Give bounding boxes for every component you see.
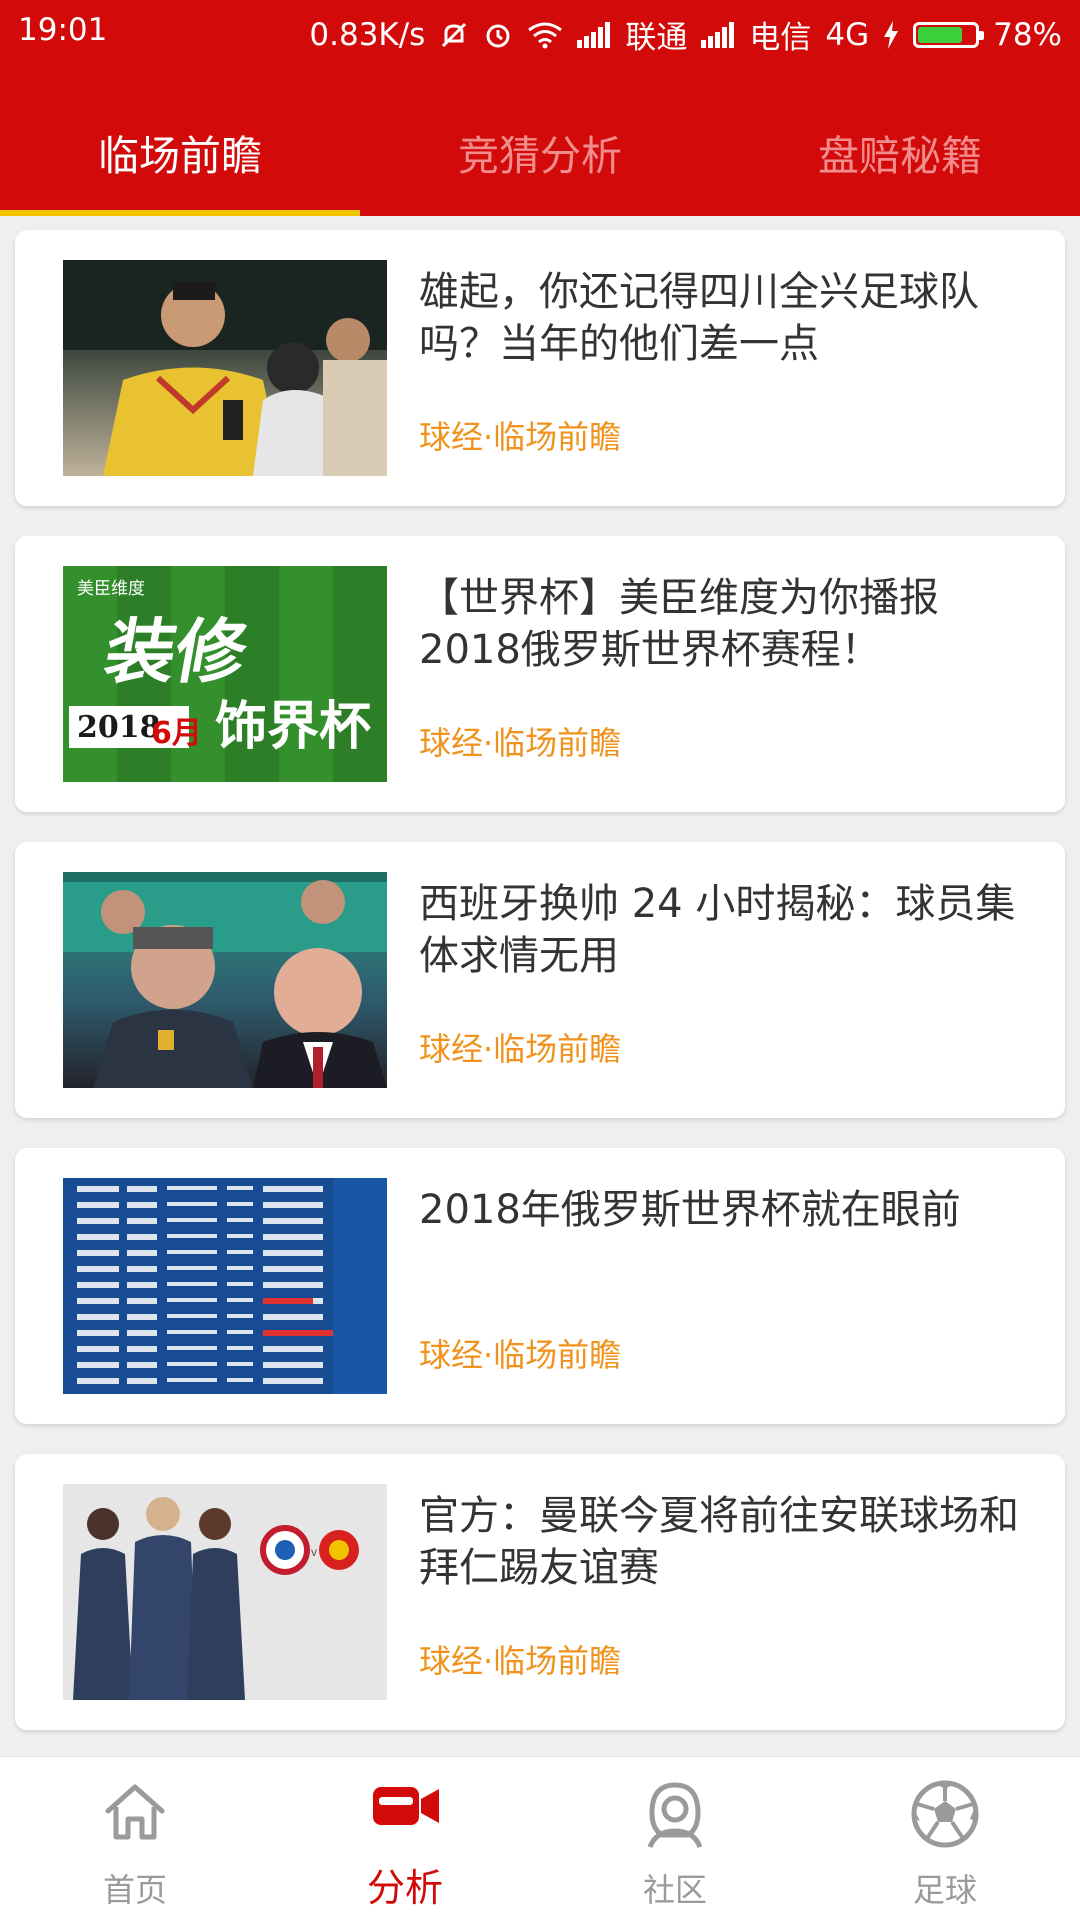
nav-label: 首页 — [102, 1871, 167, 1909]
battery-level — [918, 26, 963, 43]
battery-percent: 78% — [993, 16, 1062, 53]
charging-icon — [883, 20, 899, 49]
nav-label: 足球 — [912, 1871, 977, 1909]
svg-text:v: v — [311, 1545, 317, 1559]
article-card[interactable]: 雄起，你还记得四川全兴足球队吗？当年的他们差一点 球经·临场前瞻 — [15, 230, 1065, 506]
nav-label: 社区 — [642, 1871, 707, 1909]
article-card[interactable]: 美臣维度 装修 饰界杯 2018 6月 【世界杯】美臣维度为你播报2018俄罗斯… — [15, 536, 1065, 812]
article-source: 球经·临场前瞻 — [419, 1642, 622, 1680]
signal-icon — [577, 21, 611, 48]
article-source: 球经·临场前瞻 — [419, 1336, 622, 1374]
article-title: 【世界杯】美臣维度为你播报2018俄罗斯世界杯赛程！ — [419, 575, 939, 673]
nav-home[interactable]: 首页 — [0, 1757, 270, 1920]
article-thumbnail — [63, 1178, 387, 1394]
article-source: 球经·临场前瞻 — [419, 418, 622, 456]
network-speed: 0.83K/s — [309, 16, 426, 53]
tab-betting-analysis[interactable]: 竞猜分析 — [360, 100, 720, 216]
thumb-date-month: 6月 — [151, 716, 202, 751]
battery-icon — [913, 21, 985, 48]
app-header: 19:01 0.83K/s 联通 电信 4G 78% 临场前瞻 竞猜分析 盘赔秘… — [0, 0, 1080, 216]
nav-community[interactable]: 社区 — [540, 1757, 810, 1920]
home-icon — [102, 1779, 168, 1849]
article-source: 球经·临场前瞻 — [419, 724, 622, 762]
network-type: 4G — [825, 16, 870, 53]
signal-icon — [701, 21, 735, 48]
article-thumbnail: 美臣维度 装修 饰界杯 2018 6月 — [63, 566, 387, 782]
bottom-navigation: 首页 分析 社区 足球 — [0, 1756, 1080, 1920]
alarm-icon — [483, 20, 513, 50]
video-camera-icon — [367, 1773, 443, 1843]
article-title: 西班牙换帅 24 小时揭秘：球员集体求情无用 — [419, 881, 1016, 979]
article-card[interactable]: 2018年俄罗斯世界杯就在眼前 球经·临场前瞻 — [15, 1148, 1065, 1424]
thumb-headline-2: 饰界杯 — [215, 697, 372, 757]
thumb-headline-1: 装修 — [98, 611, 254, 693]
status-time: 19:01 — [18, 12, 108, 48]
nav-football[interactable]: 足球 — [810, 1757, 1080, 1920]
nav-label: 分析 — [366, 1866, 443, 1910]
article-thumbnail — [63, 872, 387, 1088]
tab-preview[interactable]: 临场前瞻 — [0, 100, 360, 216]
carrier-1: 联通 — [625, 20, 688, 56]
article-title: 官方：曼联今夏将前往安联球场和拜仁踢友谊赛 — [419, 1493, 1019, 1591]
status-right: 0.83K/s 联通 电信 4G 78% — [309, 12, 1062, 57]
community-icon — [642, 1779, 708, 1853]
soccer-ball-icon — [910, 1779, 980, 1853]
mute-icon — [439, 20, 469, 50]
article-thumbnail — [63, 260, 387, 476]
article-title: 2018年俄罗斯世界杯就在眼前 — [419, 1187, 961, 1233]
article-source: 球经·临场前瞻 — [419, 1030, 622, 1068]
article-card[interactable]: v 官方：曼联今夏将前往安联球场和拜仁踢友谊赛 球经·临场前瞻 — [15, 1454, 1065, 1730]
carrier-2: 电信 — [749, 20, 812, 56]
thumb-date-year: 2018 — [77, 710, 161, 745]
wifi-icon — [527, 21, 563, 49]
article-card[interactable]: 西班牙换帅 24 小时揭秘：球员集体求情无用 球经·临场前瞻 — [15, 842, 1065, 1118]
nav-analysis[interactable]: 分析 — [270, 1757, 540, 1920]
article-title: 雄起，你还记得四川全兴足球队吗？当年的他们差一点 — [419, 269, 979, 367]
tab-odds-tips[interactable]: 盘赔秘籍 — [720, 100, 1080, 216]
article-thumbnail: v — [63, 1484, 387, 1700]
status-bar: 19:01 0.83K/s 联通 电信 4G 78% — [0, 0, 1080, 66]
tab-bar: 临场前瞻 竞猜分析 盘赔秘籍 — [0, 100, 1080, 216]
